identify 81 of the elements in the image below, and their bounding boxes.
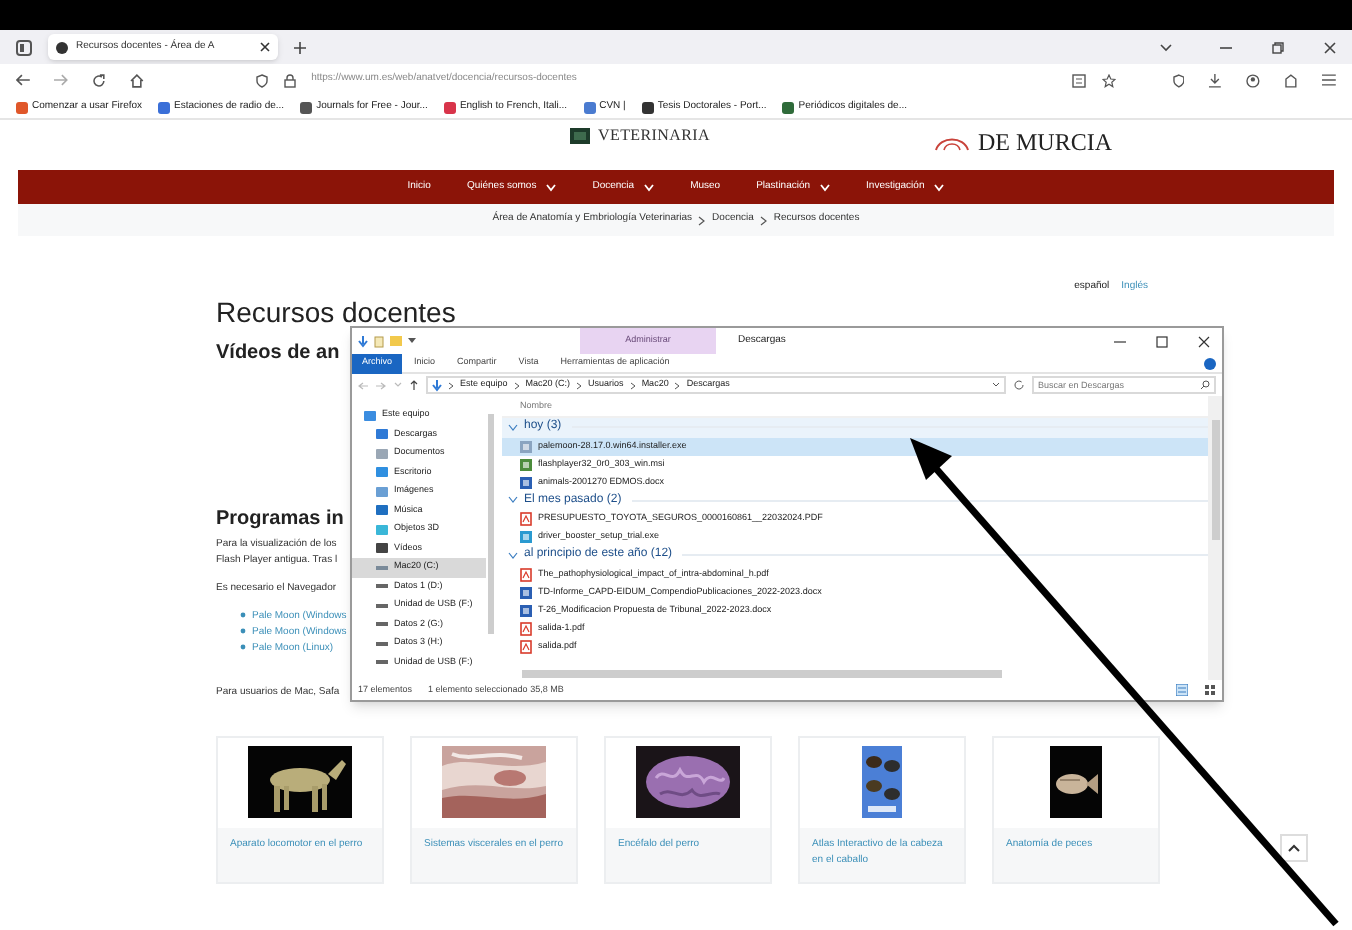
- university-name: DE MURCIA: [977, 126, 1112, 160]
- up-arrow-icon[interactable]: [410, 380, 418, 390]
- bookmark-icon: [16, 101, 28, 113]
- chevron-right-icon: [448, 381, 454, 389]
- package-file-icon: [520, 457, 532, 471]
- docs-icon: [376, 447, 388, 460]
- chevron-down-icon: [644, 183, 655, 191]
- minimize-icon[interactable]: [1220, 41, 1232, 53]
- chevron-right-icon: [576, 381, 583, 389]
- bullet-icon: [240, 612, 246, 618]
- minimize-icon[interactable]: [1114, 335, 1126, 347]
- help-icon[interactable]: [1204, 357, 1216, 369]
- chevron-right-icon: [759, 215, 768, 225]
- chevron-down-icon: [508, 496, 518, 505]
- chevron-right-icon: [513, 381, 520, 389]
- large-icons-view-icon[interactable]: [1204, 684, 1216, 696]
- reader-view-icon[interactable]: [1071, 73, 1086, 87]
- bookmark-icon: [641, 101, 654, 113]
- pdf-file-icon: [520, 567, 532, 581]
- shield-icon[interactable]: [255, 73, 268, 87]
- menu-icon[interactable]: [1322, 74, 1337, 86]
- chevron-right-icon: [629, 381, 636, 389]
- plus-icon[interactable]: [294, 41, 306, 53]
- chevron-down-icon: [820, 183, 831, 191]
- chevron-down-icon[interactable]: [1160, 43, 1172, 51]
- scroll-top-button[interactable]: [1280, 834, 1308, 862]
- sidebar-icon[interactable]: [16, 39, 32, 55]
- close-icon[interactable]: [260, 42, 270, 52]
- chevron-up-icon: [1288, 844, 1300, 852]
- page-title: Recursos docentes: [216, 295, 456, 327]
- globe-icon: [56, 41, 68, 53]
- close-icon[interactable]: [1198, 335, 1210, 347]
- cube-icon: [376, 523, 388, 536]
- details-view-icon[interactable]: [1176, 684, 1188, 696]
- chevron-right-icon: [674, 381, 681, 389]
- music-icon: [376, 504, 388, 517]
- lock-icon[interactable]: [283, 73, 296, 87]
- desktop-icon: [376, 466, 388, 479]
- chevron-down-icon: [934, 183, 945, 191]
- images-icon: [376, 485, 388, 498]
- refresh-icon[interactable]: [1014, 380, 1024, 390]
- restore-icon[interactable]: [1272, 41, 1284, 53]
- scrollbar[interactable]: [1208, 396, 1222, 680]
- word-file-icon: [520, 475, 532, 489]
- pdf-file-icon: [520, 639, 532, 653]
- shield-icon[interactable]: [1171, 73, 1185, 87]
- caret-icon[interactable]: [408, 338, 416, 344]
- maximize-icon[interactable]: [1156, 335, 1168, 347]
- pdf-file-icon: [520, 512, 532, 526]
- chevron-down-icon: [508, 423, 518, 432]
- download-icon[interactable]: [1208, 73, 1223, 87]
- installer-file-icon: [520, 439, 532, 453]
- bookmark-icon: [300, 101, 313, 113]
- account-icon[interactable]: [1246, 73, 1261, 87]
- bookmark-icon: [158, 101, 171, 113]
- site-name: VETERINARIA: [598, 124, 710, 148]
- section-heading: Vídeos de an: [216, 339, 340, 365]
- search-icon: [1200, 380, 1210, 390]
- star-icon[interactable]: [1101, 73, 1116, 87]
- bullet-icon: [240, 644, 246, 650]
- videos-icon: [376, 542, 388, 555]
- download-icon: [432, 379, 442, 391]
- bullet-icon: [240, 628, 246, 634]
- chevron-down-icon: [546, 183, 557, 191]
- download-icon: [376, 428, 388, 441]
- home-icon[interactable]: [129, 73, 144, 87]
- chevron-right-icon: [698, 215, 707, 225]
- bookmark-icon: [583, 101, 596, 113]
- back-icon[interactable]: [16, 74, 30, 86]
- pdf-file-icon: [520, 621, 532, 635]
- app-file-icon: [520, 530, 532, 544]
- close-icon[interactable]: [1324, 41, 1336, 53]
- download-icon[interactable]: [358, 335, 368, 347]
- chevron-down-icon: [508, 551, 518, 560]
- section-heading: Programas in: [216, 505, 344, 531]
- bookmark-icon: [782, 101, 795, 113]
- reload-icon[interactable]: [91, 73, 106, 87]
- logo-icon: [570, 128, 590, 144]
- pc-icon: [364, 409, 376, 422]
- extension-icon[interactable]: [1284, 73, 1299, 87]
- bookmark-icon: [443, 101, 456, 113]
